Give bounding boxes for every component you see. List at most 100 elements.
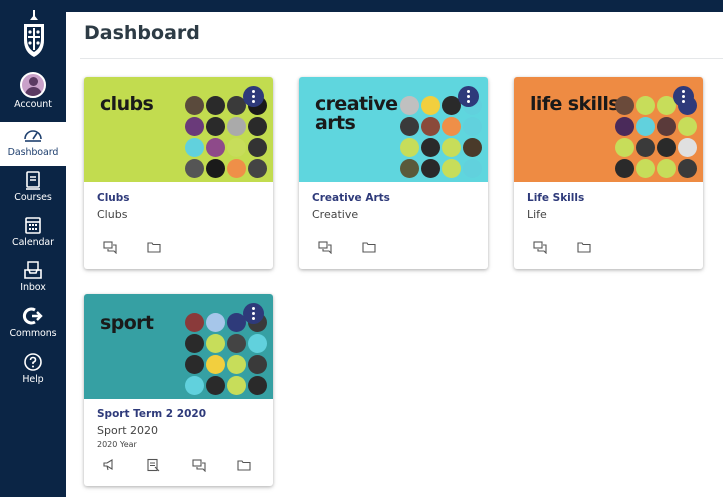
collage-photo <box>185 117 204 136</box>
collage-photo <box>227 117 246 136</box>
course-link[interactable]: Life Skills <box>527 192 584 204</box>
course-card-clubs[interactable]: clubs Clubs Clubs <box>84 77 273 269</box>
files-icon[interactable] <box>577 240 591 254</box>
nav-item-courses[interactable]: Courses <box>0 167 66 211</box>
course-code: Life <box>527 208 547 221</box>
collage-photo <box>185 376 204 395</box>
collage-photo <box>421 138 440 157</box>
collage-photo <box>248 117 267 136</box>
collage-photo <box>463 117 482 136</box>
collage-photo <box>248 159 267 178</box>
nav-item-help[interactable]: Help <box>0 349 66 393</box>
course-term: 2020 Year <box>97 440 137 449</box>
nav-item-commons[interactable]: Commons <box>0 303 66 347</box>
collage-photo <box>227 334 246 353</box>
collage-photo <box>400 117 419 136</box>
discussions-icon[interactable] <box>192 458 206 472</box>
files-icon[interactable] <box>362 240 376 254</box>
collage-photo <box>678 159 697 178</box>
photo-collage <box>400 96 486 180</box>
card-hero-image[interactable]: creative arts <box>299 77 488 182</box>
nav-item-label: Inbox <box>20 282 46 293</box>
collage-photo <box>185 313 204 332</box>
collage-photo <box>400 96 419 115</box>
collage-photo <box>206 138 225 157</box>
card-options-button[interactable] <box>243 86 264 107</box>
collage-photo <box>678 117 697 136</box>
assignments-icon[interactable] <box>146 458 160 472</box>
collage-photo <box>400 159 419 178</box>
nav-item-dashboard[interactable]: Dashboard <box>0 122 66 166</box>
avatar <box>20 72 46 98</box>
collage-photo <box>248 376 267 395</box>
card-hero-image[interactable]: life skills <box>514 77 703 182</box>
collage-photo <box>657 117 676 136</box>
nav-item-label: Commons <box>9 328 57 339</box>
course-card-creative-arts[interactable]: creative arts Creative Arts Creative <box>299 77 488 269</box>
card-hero-text: clubs <box>100 93 154 115</box>
nav-item-inbox[interactable]: Inbox <box>0 257 66 301</box>
collage-photo <box>615 159 634 178</box>
course-link[interactable]: Sport Term 2 2020 <box>97 408 206 420</box>
collage-photo <box>206 96 225 115</box>
calendar-icon <box>25 217 41 234</box>
collage-photo <box>185 334 204 353</box>
collage-photo <box>442 117 461 136</box>
course-card-life-skills[interactable]: life skills Life Skills Life <box>514 77 703 269</box>
collage-photo <box>421 159 440 178</box>
collage-photo <box>206 334 225 353</box>
collage-photo <box>185 96 204 115</box>
discussions-icon[interactable] <box>103 240 117 254</box>
nav-item-label: Courses <box>14 192 52 203</box>
collage-photo <box>657 159 676 178</box>
collage-photo <box>615 117 634 136</box>
announcements-icon[interactable] <box>102 458 116 472</box>
card-options-button[interactable] <box>243 303 264 324</box>
collage-photo <box>227 159 246 178</box>
collage-photo <box>248 138 267 157</box>
dashboard-main: Dashboard clubs Clubs Clubs creative art… <box>66 12 723 497</box>
course-code: Creative <box>312 208 359 221</box>
card-hero-image[interactable]: clubs <box>84 77 273 182</box>
collage-photo <box>206 159 225 178</box>
collage-photo <box>463 159 482 178</box>
collage-photo <box>636 96 655 115</box>
discussions-icon[interactable] <box>533 240 547 254</box>
card-hero-text: creative arts <box>315 93 398 134</box>
collage-photo <box>206 355 225 374</box>
photo-collage <box>615 96 701 180</box>
collage-photo <box>442 159 461 178</box>
files-icon[interactable] <box>237 458 251 472</box>
photo-collage <box>185 313 271 397</box>
collage-photo <box>400 138 419 157</box>
collage-photo <box>227 138 246 157</box>
dashboard-icon <box>24 130 42 142</box>
nav-item-account[interactable]: Account <box>0 72 66 118</box>
discussions-icon[interactable] <box>318 240 332 254</box>
course-link[interactable]: Creative Arts <box>312 192 390 204</box>
card-options-button[interactable] <box>673 86 694 107</box>
collage-photo <box>248 334 267 353</box>
collage-photo <box>421 96 440 115</box>
course-link[interactable]: Clubs <box>97 192 130 204</box>
collage-photo <box>206 313 225 332</box>
collage-photo <box>206 117 225 136</box>
collage-photo <box>615 96 634 115</box>
card-hero-text: life skills <box>530 93 620 115</box>
collage-photo <box>227 355 246 374</box>
collage-photo <box>657 138 676 157</box>
collage-photo <box>615 138 634 157</box>
nav-item-calendar[interactable]: Calendar <box>0 212 66 256</box>
collage-photo <box>185 355 204 374</box>
card-hero-text: sport <box>100 312 154 334</box>
card-options-button[interactable] <box>458 86 479 107</box>
help-icon <box>24 353 42 371</box>
card-hero-image[interactable]: sport <box>84 294 273 399</box>
school-crest-logo[interactable] <box>21 10 47 60</box>
nav-item-label: Account <box>14 99 52 110</box>
course-card-sport[interactable]: sport Sport Term 2 2020 Sport 2020 2020 … <box>84 294 273 486</box>
collage-photo <box>636 138 655 157</box>
files-icon[interactable] <box>147 240 161 254</box>
title-divider <box>80 58 723 59</box>
course-code: Clubs <box>97 208 128 221</box>
